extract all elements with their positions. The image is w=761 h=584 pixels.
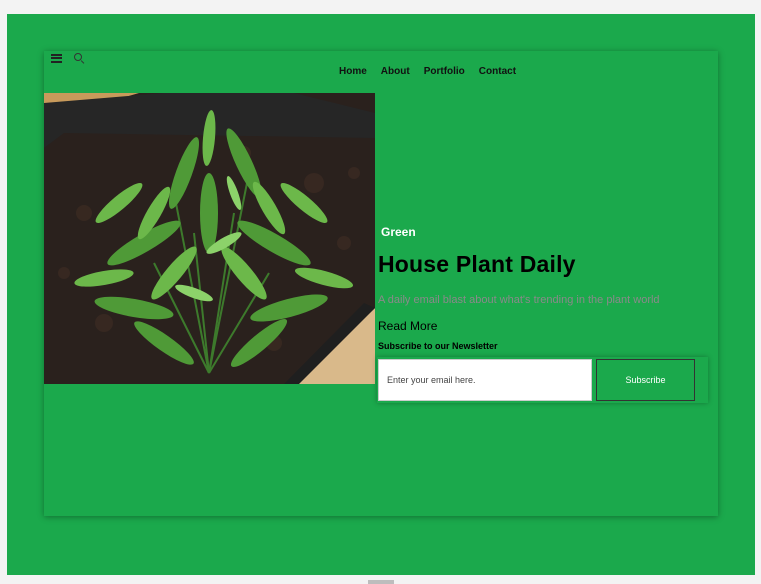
- plant-photo: [44, 93, 375, 384]
- menu-icon[interactable]: [51, 53, 62, 63]
- newsletter-label: Subscribe to our Newsletter: [378, 341, 498, 351]
- nav-home[interactable]: Home: [339, 66, 367, 77]
- email-input[interactable]: [378, 359, 592, 401]
- hero-description: A daily email blast about what's trendin…: [378, 294, 660, 306]
- page-background: Home About Portfolio Contact Green House…: [7, 14, 755, 575]
- subscribe-button[interactable]: Subscribe: [596, 359, 695, 401]
- newsletter-form: Subscribe: [377, 357, 708, 403]
- search-icon[interactable]: [74, 52, 85, 64]
- category-label: Green: [381, 225, 416, 239]
- hero-content: Green House Plant Daily A daily email bl…: [377, 51, 718, 516]
- read-more-link[interactable]: Read More: [378, 319, 437, 333]
- content-card: Home About Portfolio Contact Green House…: [44, 51, 718, 516]
- scrollbar-handle[interactable]: [368, 580, 394, 584]
- header-icons: [51, 51, 85, 65]
- page-title: House Plant Daily: [378, 251, 576, 277]
